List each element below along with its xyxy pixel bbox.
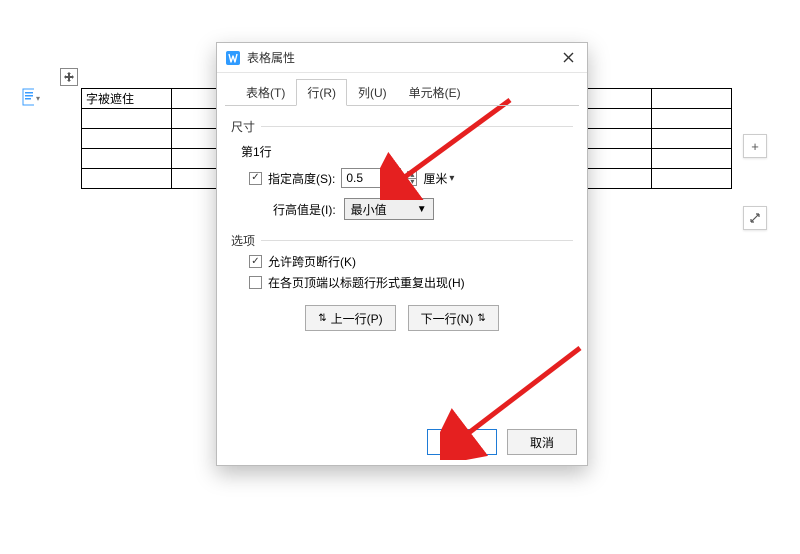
repeat-header-checkbox[interactable] [249, 276, 262, 289]
ok-button[interactable]: 确定 [427, 429, 497, 455]
next-row-label: 下一行(N) [421, 310, 474, 327]
tab-cell[interactable]: 单元格(E) [398, 79, 472, 106]
chevron-down-icon[interactable]: ▾ [449, 173, 454, 184]
repeat-header-label: 在各页顶端以标题行形式重复出现(H) [268, 274, 465, 291]
specify-height-checkbox[interactable] [249, 172, 262, 185]
cancel-button[interactable]: 取消 [507, 429, 577, 455]
updown-icon: ⇅ [477, 313, 485, 324]
close-button[interactable] [553, 46, 583, 70]
app-icon [225, 50, 241, 66]
specify-height-label: 指定高度(S): [268, 170, 335, 187]
table-move-handle[interactable] [60, 68, 78, 86]
tab-column[interactable]: 列(U) [347, 79, 398, 106]
height-input[interactable] [341, 168, 401, 188]
options-section-label: 选项 [231, 232, 573, 249]
close-icon [563, 52, 574, 63]
updown-icon: ⇅ [318, 313, 326, 324]
row-height-type-select[interactable]: 最小值 ▼ [344, 198, 434, 220]
tabs: 表格(T) 行(R) 列(U) 单元格(E) [217, 73, 587, 106]
prev-row-button[interactable]: ⇅ 上一行(P) [305, 305, 395, 331]
table-properties-dialog: 表格属性 表格(T) 行(R) 列(U) 单元格(E) 尺寸 第1行 指定高度(… [216, 42, 588, 466]
tab-table[interactable]: 表格(T) [235, 79, 296, 106]
row-height-type-label: 行高值是(I): [273, 201, 336, 218]
tab-row[interactable]: 行(R) [296, 79, 347, 106]
allow-break-label: 允许跨页断行(K) [268, 253, 356, 270]
row-number-label: 第1行 [231, 135, 573, 164]
add-column-button[interactable]: + [743, 134, 767, 158]
height-spinner-icon[interactable]: ▴▾ [407, 171, 417, 186]
table-cell[interactable] [652, 89, 732, 109]
allow-break-checkbox[interactable] [249, 255, 262, 268]
row-height-type-value: 最小值 [351, 201, 387, 218]
resize-handle-icon[interactable] [743, 206, 767, 230]
chevron-down-icon: ▼ [417, 204, 427, 215]
dialog-title: 表格属性 [247, 49, 295, 66]
table-cell[interactable]: 字被遮住 [82, 89, 172, 109]
dialog-titlebar: 表格属性 [217, 43, 587, 73]
size-section-label: 尺寸 [231, 118, 573, 135]
next-row-button[interactable]: 下一行(N) ⇅ [408, 305, 499, 331]
unit-label: 厘米 [423, 170, 447, 187]
prev-row-label: 上一行(P) [331, 310, 383, 327]
insert-page-icon[interactable]: ▾ [22, 88, 40, 108]
